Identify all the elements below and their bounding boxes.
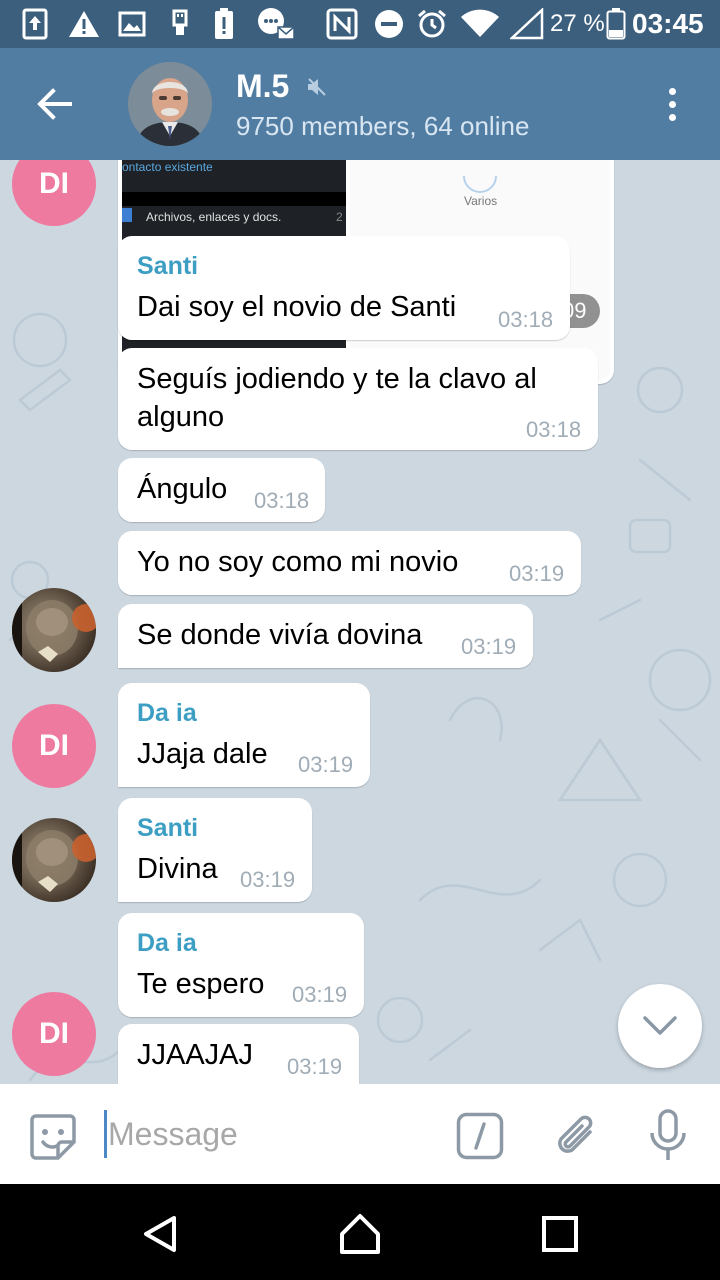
chat-title[interactable]: M.5 — [236, 66, 289, 106]
message-text: Divina — [137, 853, 218, 885]
square-recents-icon — [542, 1216, 578, 1252]
message-bubble[interactable]: Santi Dai soy el novio de Santi 03:18 — [118, 236, 570, 340]
message-text: JJAAJAJ — [137, 1039, 254, 1071]
nav-back-button[interactable] — [132, 1206, 188, 1262]
chat-message-icon — [256, 8, 296, 40]
slash-command-icon — [456, 1112, 504, 1160]
message-text: alguno — [137, 401, 225, 433]
back-button[interactable] — [22, 72, 86, 136]
sender-name[interactable]: Da ia — [137, 927, 197, 959]
sticker-icon — [30, 1114, 76, 1160]
group-avatar[interactable] — [128, 62, 212, 146]
sender-name[interactable]: Da ia — [137, 697, 197, 729]
message-text: JJaja dale — [137, 738, 268, 770]
message-list[interactable]: DI ontacto existente Archivos, enlaces y… — [0, 160, 720, 1084]
avatar[interactable] — [12, 818, 96, 902]
nav-recents-button[interactable] — [532, 1206, 588, 1262]
sender-name[interactable]: Santi — [137, 250, 198, 282]
more-vertical-icon — [668, 87, 676, 95]
paperclip-icon — [558, 1115, 593, 1153]
message-time: 03:19 — [292, 982, 348, 1007]
message-bubble[interactable]: Santi Divina 03:19 — [118, 798, 312, 902]
cell-signal-icon — [510, 8, 544, 40]
text-cursor — [104, 1110, 107, 1158]
message-time: 03:19 — [461, 634, 517, 659]
battery-alert-icon — [214, 8, 234, 40]
chevron-down-icon — [643, 1016, 677, 1035]
message-time: 03:19 — [298, 752, 354, 777]
message-time: 03:19 — [287, 1054, 343, 1079]
nav-home-button[interactable] — [332, 1206, 388, 1262]
message-bubble[interactable]: Yo no soy como mi novio 03:19 — [118, 531, 581, 595]
wifi-icon — [460, 8, 500, 40]
sender-name[interactable]: Santi — [137, 812, 198, 844]
message-text: Se donde vivía dovina — [137, 619, 423, 651]
message-text: Dai soy el novio de Santi — [137, 291, 457, 323]
message-text: Te espero — [137, 968, 265, 1000]
do-not-disturb-icon — [374, 8, 404, 40]
message-bubble[interactable]: Ángulo 03:18 — [118, 458, 325, 522]
message-text: Seguís jodiendo y te la clavo al — [137, 363, 537, 395]
more-options-button[interactable] — [652, 80, 692, 128]
usb-icon — [168, 8, 192, 40]
arrow-left-icon — [37, 88, 72, 120]
avatar[interactable]: DI — [12, 992, 96, 1076]
system-navigation-bar — [0, 1184, 720, 1280]
message-bubble[interactable]: Da ia JJaja dale 03:19 — [118, 683, 370, 787]
message-time: 03:19 — [240, 867, 296, 892]
message-bubble[interactable]: JJAAJAJ 03:19 — [118, 1024, 359, 1084]
nfc-icon — [326, 8, 358, 40]
message-bubble[interactable]: Seguís jodiendo y te la clavo al alguno … — [118, 348, 598, 450]
message-time: 03:19 — [509, 561, 565, 586]
message-bubble[interactable]: Se donde vivía dovina 03:19 — [118, 604, 533, 668]
image-notification-icon — [118, 8, 146, 40]
battery-percent: 27 % — [550, 10, 605, 37]
status-time: 03:45 — [632, 8, 704, 39]
message-time: 03:18 — [526, 417, 582, 442]
message-time: 03:18 — [254, 488, 310, 513]
message-text: Yo no soy como mi novio — [137, 546, 459, 578]
message-text: Ángulo — [137, 473, 228, 505]
avatar[interactable] — [12, 588, 96, 672]
alarm-icon — [416, 8, 448, 40]
upload-notification-icon — [22, 8, 48, 40]
message-composer — [0, 1084, 720, 1184]
message-bubble[interactable]: Da ia Te espero 03:19 — [118, 913, 364, 1017]
voice-record-button[interactable] — [646, 1108, 690, 1164]
avatar[interactable]: DI — [12, 704, 96, 788]
folder-icon — [122, 208, 132, 222]
bot-command-button[interactable] — [456, 1112, 504, 1160]
sticker-button[interactable] — [28, 1112, 78, 1162]
battery-icon — [606, 8, 626, 40]
home-icon — [340, 1214, 380, 1254]
warning-icon — [68, 8, 100, 40]
microphone-icon — [650, 1109, 686, 1160]
scroll-to-bottom-button[interactable] — [618, 984, 702, 1068]
chat-header: M.5 9750 members, 64 online — [0, 48, 720, 160]
speaker-muted-icon — [306, 76, 328, 103]
chat-subtitle: 9750 members, 64 online — [236, 111, 530, 141]
status-bar: 27 % 03:45 — [0, 0, 720, 48]
message-input[interactable] — [108, 1106, 428, 1162]
message-time: 03:18 — [498, 307, 554, 332]
triangle-back-icon — [144, 1216, 176, 1252]
attach-button[interactable] — [552, 1110, 600, 1162]
